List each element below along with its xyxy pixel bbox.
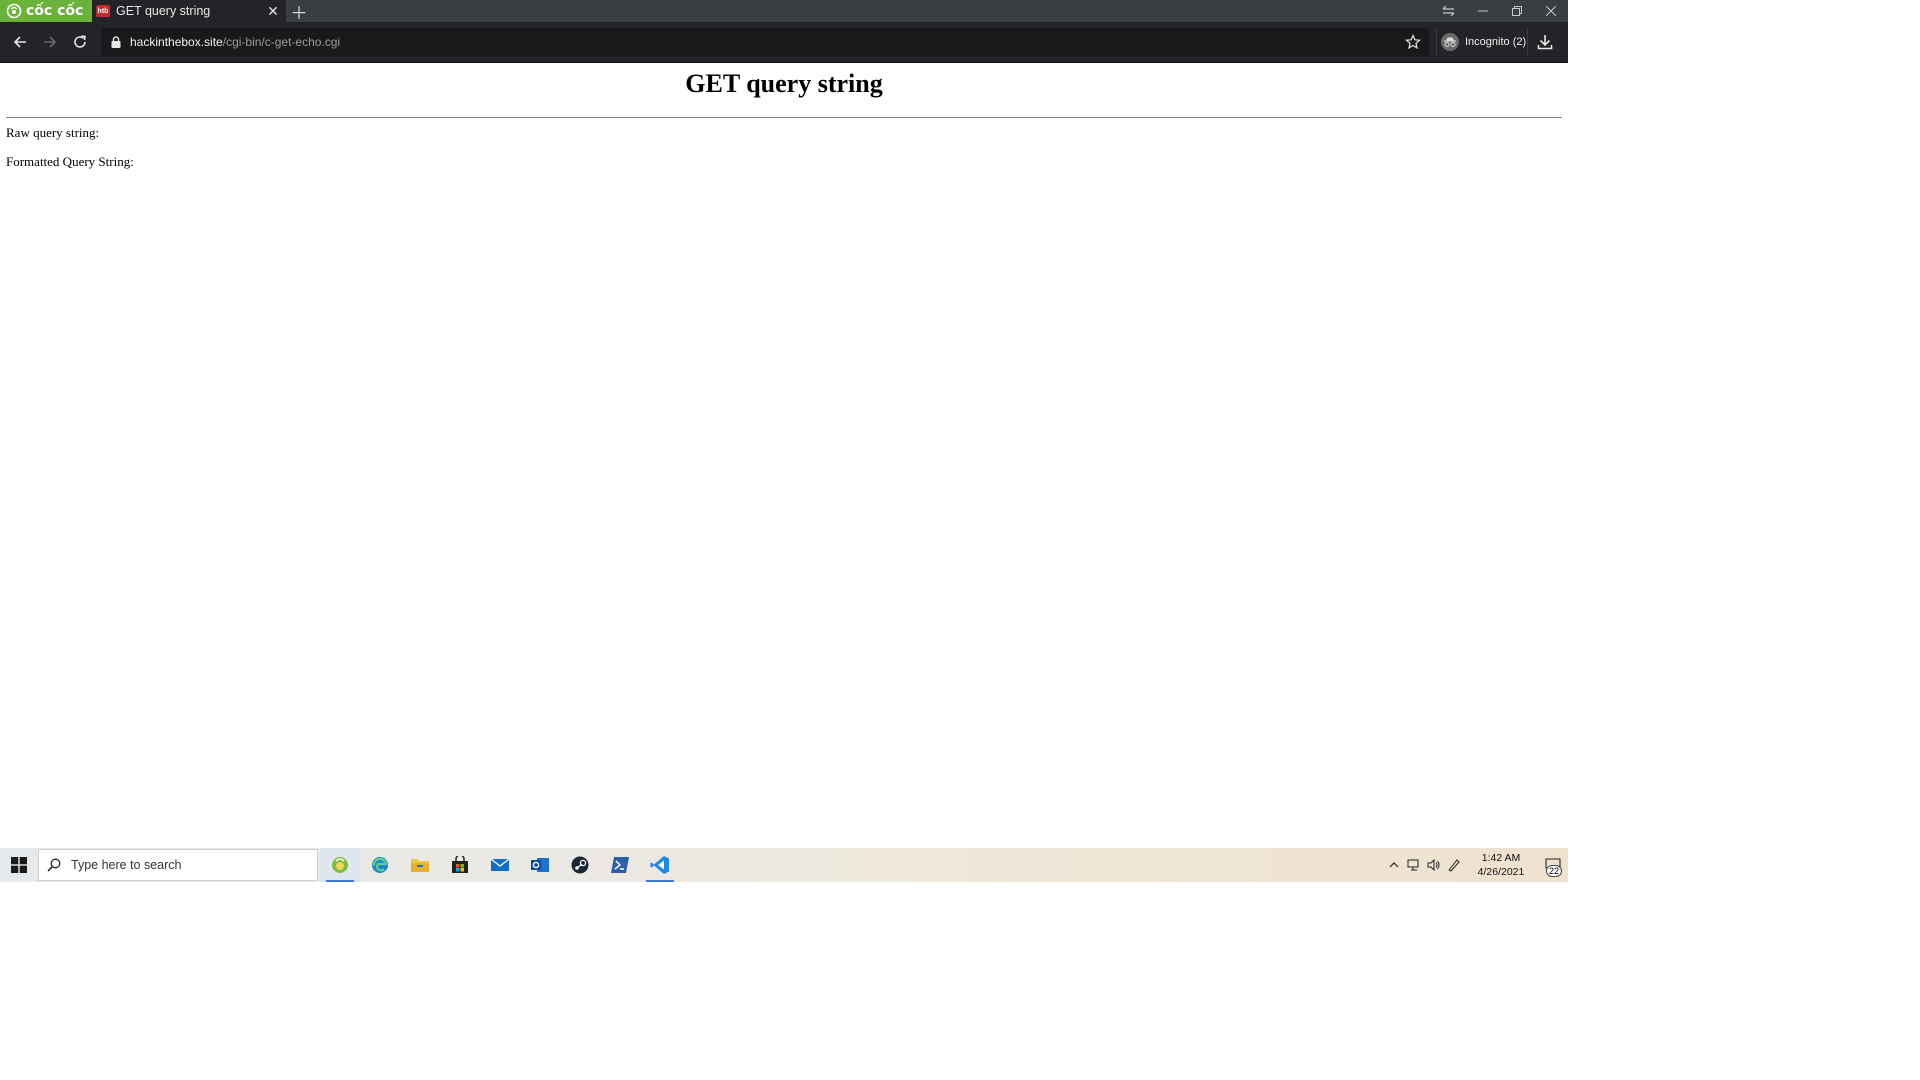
reload-icon bbox=[74, 35, 86, 48]
edge-icon bbox=[372, 857, 388, 873]
taskbar-edge-button[interactable] bbox=[360, 848, 400, 882]
page-heading: GET query string bbox=[685, 69, 883, 98]
pen-workspace-icon[interactable] bbox=[1444, 848, 1464, 882]
url-host: hackinthebox.site bbox=[130, 35, 223, 49]
reload-button[interactable] bbox=[66, 28, 94, 56]
bookmark-star-icon[interactable] bbox=[1405, 34, 1421, 50]
formatted-query-label: Formatted Query String: bbox=[6, 154, 134, 169]
arrow-left-icon bbox=[13, 36, 26, 48]
window-controls bbox=[1432, 0, 1568, 22]
tab-close-icon[interactable]: ✕ bbox=[266, 4, 280, 18]
notification-count-badge: 22 bbox=[1545, 865, 1562, 877]
browser-toolbar: hackinthebox.site/cgi-bin/c-get-echo.cgi… bbox=[0, 22, 1568, 63]
folder-icon bbox=[411, 859, 429, 872]
minimize-button[interactable] bbox=[1466, 0, 1500, 22]
profile-label: Incognito (2) bbox=[1465, 36, 1527, 48]
show-hidden-icons-button[interactable] bbox=[1384, 848, 1404, 882]
coccoc-logo-icon bbox=[6, 3, 22, 19]
taskbar-powershell-button[interactable] bbox=[600, 848, 640, 882]
raw-query-label: Raw query string: bbox=[6, 125, 100, 140]
clock-date: 4/26/2021 bbox=[1477, 866, 1525, 878]
coccoc-browser-icon bbox=[332, 857, 348, 873]
outlook-icon bbox=[531, 858, 549, 872]
new-tab-button[interactable]: ＋ bbox=[286, 0, 312, 23]
browser-menu-button[interactable]: cốc cốc bbox=[0, 0, 92, 22]
windows-logo-icon bbox=[11, 857, 27, 873]
store-bag-icon bbox=[452, 856, 468, 873]
mail-icon bbox=[490, 858, 510, 871]
taskbar-coccoc-button[interactable] bbox=[320, 848, 360, 882]
page-content: GET query string Raw query string: Forma… bbox=[0, 63, 1568, 848]
taskbar-clock[interactable]: 1:42 AM 4/26/2021 bbox=[1470, 851, 1532, 879]
incognito-profile-button[interactable]: Incognito (2) bbox=[1436, 28, 1528, 56]
powershell-icon bbox=[611, 857, 629, 873]
tab-active[interactable]: htb GET query string ✕ bbox=[92, 0, 286, 22]
taskbar-file-explorer-button[interactable] bbox=[400, 848, 440, 882]
close-window-button[interactable] bbox=[1534, 0, 1568, 22]
tab-title: GET query string bbox=[116, 4, 211, 18]
vscode-icon bbox=[650, 856, 669, 874]
incognito-icon bbox=[1441, 33, 1459, 51]
lock-icon bbox=[111, 36, 121, 48]
browser-brand-label: cốc cốc bbox=[26, 3, 84, 19]
address-bar[interactable]: hackinthebox.site/cgi-bin/c-get-echo.cgi bbox=[101, 28, 1429, 56]
tab-search-icon[interactable] bbox=[1432, 0, 1466, 22]
taskbar-outlook-button[interactable] bbox=[520, 848, 560, 882]
site-favicon-icon: htb bbox=[96, 5, 110, 17]
horizontal-rule bbox=[6, 117, 1562, 118]
taskbar-search-input[interactable]: Type here to search bbox=[38, 849, 318, 881]
volume-icon[interactable] bbox=[1424, 848, 1444, 882]
system-tray: 1:42 AM 4/26/2021 22 bbox=[1384, 848, 1568, 882]
taskbar-mail-button[interactable] bbox=[480, 848, 520, 882]
search-placeholder: Type here to search bbox=[71, 858, 182, 872]
restore-button[interactable] bbox=[1500, 0, 1534, 22]
forward-button[interactable] bbox=[36, 28, 64, 56]
download-icon[interactable] bbox=[1535, 32, 1555, 52]
browser-window: cốc cốc htb GET query string ✕ ＋ hackint… bbox=[0, 0, 1568, 848]
taskbar-vscode-button[interactable] bbox=[640, 848, 680, 882]
chevron-up-icon bbox=[1389, 862, 1399, 868]
taskbar-steam-button[interactable] bbox=[560, 848, 600, 882]
steam-icon bbox=[571, 856, 589, 874]
taskbar-apps bbox=[320, 848, 680, 882]
back-button[interactable] bbox=[6, 28, 34, 56]
taskbar-store-button[interactable] bbox=[440, 848, 480, 882]
search-icon bbox=[47, 858, 61, 872]
network-icon[interactable] bbox=[1404, 848, 1424, 882]
url-path: /cgi-bin/c-get-echo.cgi bbox=[222, 35, 341, 49]
start-button[interactable] bbox=[0, 848, 38, 882]
arrow-right-icon bbox=[44, 36, 57, 48]
windows-taskbar: Type here to search 1:42 AM 4/26/2021 22 bbox=[0, 848, 1568, 882]
tab-strip: cốc cốc htb GET query string ✕ ＋ bbox=[0, 0, 1568, 23]
action-center-button[interactable]: 22 bbox=[1538, 848, 1568, 882]
clock-time: 1:42 AM bbox=[1481, 852, 1521, 864]
